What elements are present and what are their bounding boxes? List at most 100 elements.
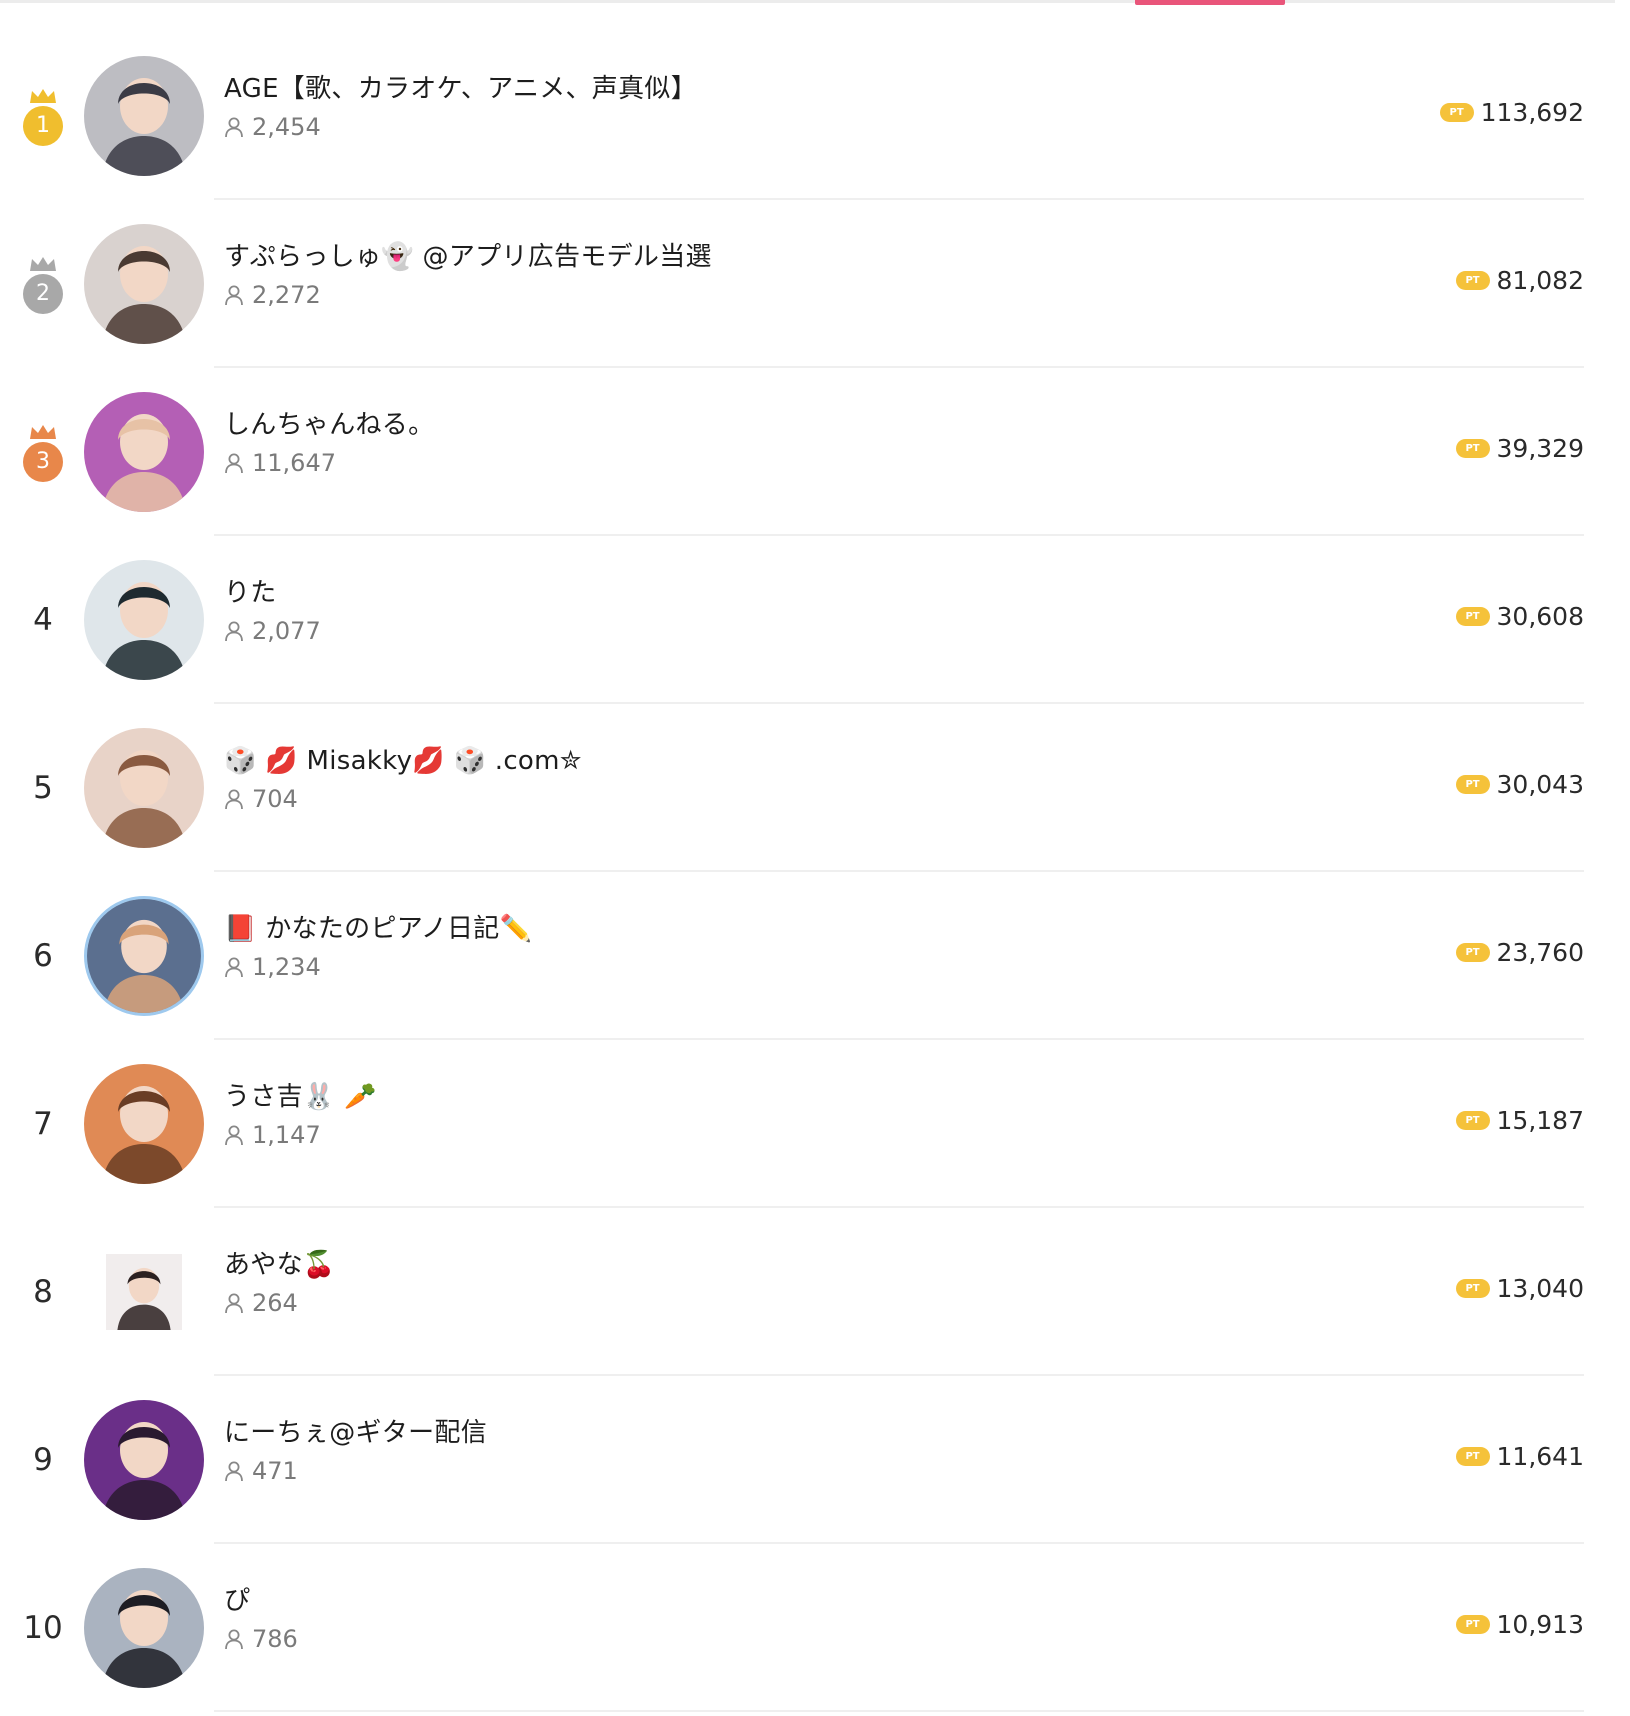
pt-badge: PT <box>1455 943 1490 962</box>
user-name[interactable]: 📕 かなたのピアノ日記✏️ <box>224 910 532 948</box>
avatar-image <box>84 56 204 176</box>
avatar[interactable] <box>84 1568 204 1688</box>
rank-number: 4 <box>33 602 53 638</box>
avatar[interactable] <box>84 1064 204 1184</box>
avatar-image <box>84 392 204 512</box>
rank-indicator: 9 <box>18 1412 68 1508</box>
follower-count-value: 1,147 <box>252 1121 321 1149</box>
pt-badge: PT <box>1455 607 1490 626</box>
pt-badge: PT <box>1455 1447 1490 1466</box>
follower-count: 471 <box>224 1454 487 1488</box>
points: PT 30,608 <box>1455 602 1584 631</box>
user-name[interactable]: ぴ <box>224 1582 298 1620</box>
follower-count-value: 786 <box>252 1625 298 1653</box>
follower-count-value: 471 <box>252 1457 298 1485</box>
rank-indicator: 3 <box>18 404 68 500</box>
user-name[interactable]: AGE【歌、カラオケ、アニメ、声真似】 <box>224 70 697 108</box>
rank-indicator: 5 <box>18 740 68 836</box>
follower-count: 1,234 <box>224 950 532 984</box>
avatar[interactable] <box>84 560 204 680</box>
user-name[interactable]: りた <box>224 574 321 612</box>
follower-count-value: 1,234 <box>252 953 321 981</box>
follower-count: 264 <box>224 1286 336 1320</box>
ranking-row[interactable]: 8 あやな🍒 264 PT 13,040 <box>0 1208 1630 1376</box>
follower-count-value: 704 <box>252 785 298 813</box>
avatar-image <box>84 224 204 344</box>
user-name[interactable]: すぷらっしゅ👻 @アプリ広告モデル当選 <box>224 238 712 276</box>
points: PT 13,040 <box>1455 1274 1584 1303</box>
rank-indicator: 4 <box>18 572 68 668</box>
person-icon <box>225 789 243 810</box>
user-info: すぷらっしゅ👻 @アプリ広告モデル当選 2,272 <box>224 238 712 312</box>
pt-badge: PT <box>1455 271 1490 290</box>
avatar[interactable] <box>84 1400 204 1520</box>
points-value: 23,760 <box>1496 938 1584 967</box>
user-name[interactable]: 🎲 💋 Misakky💋 🎲 .com✮ <box>224 742 582 780</box>
points: PT 11,641 <box>1455 1442 1584 1471</box>
points: PT 10,913 <box>1455 1610 1584 1639</box>
avatar-image <box>84 560 204 680</box>
avatar[interactable] <box>84 224 204 344</box>
ranking-row[interactable]: 5 🎲 💋 Misakky💋 🎲 .com✮ 704 PT 30,043 <box>0 704 1630 872</box>
avatar-image <box>84 1400 204 1520</box>
rank-number: 10 <box>23 1610 63 1646</box>
points-value: 30,043 <box>1496 770 1584 799</box>
ranking-row[interactable]: 9 にーちぇ@ギター配信 471 PT 11,641 <box>0 1376 1630 1544</box>
rank-indicator: 6 <box>18 908 68 1004</box>
avatar-image <box>106 1254 182 1330</box>
rank-medal: 1 <box>23 105 63 146</box>
follower-count: 2,454 <box>224 110 697 144</box>
rank-number: 9 <box>33 1442 53 1478</box>
points-value: 15,187 <box>1496 1106 1584 1135</box>
row-divider <box>214 1710 1584 1712</box>
avatar[interactable] <box>84 56 204 176</box>
rank-number: 7 <box>33 1106 53 1142</box>
follower-count-value: 2,272 <box>252 281 321 309</box>
user-name[interactable]: あやな🍒 <box>224 1246 336 1284</box>
rank-number: 1 <box>36 113 50 138</box>
ranking-row[interactable]: 3 しんちゃんねる。 11,647 PT 39,329 <box>0 368 1630 536</box>
avatar[interactable] <box>84 392 204 512</box>
follower-count-value: 11,647 <box>252 449 336 477</box>
user-info: AGE【歌、カラオケ、アニメ、声真似】 2,454 <box>224 70 697 144</box>
ranking-row[interactable]: 10 ぴ 786 PT 10,913 <box>0 1544 1630 1712</box>
ranking-row[interactable]: 1 AGE【歌、カラオケ、アニメ、声真似】 2,454 PT 113,692 <box>0 32 1630 200</box>
follower-count: 786 <box>224 1622 298 1656</box>
crown-icon <box>30 424 56 439</box>
rank-indicator: 10 <box>18 1580 68 1676</box>
user-name[interactable]: うさ吉🐰 🥕 <box>224 1078 377 1116</box>
avatar[interactable] <box>104 1254 184 1330</box>
pt-badge: PT <box>1455 439 1490 458</box>
ranking-row[interactable]: 4 りた 2,077 PT 30,608 <box>0 536 1630 704</box>
ranking-row[interactable]: 7 うさ吉🐰 🥕 1,147 PT 15,187 <box>0 1040 1630 1208</box>
avatar[interactable] <box>84 728 204 848</box>
user-name[interactable]: にーちぇ@ギター配信 <box>224 1414 487 1452</box>
points-value: 11,641 <box>1496 1442 1584 1471</box>
user-info: にーちぇ@ギター配信 471 <box>224 1414 487 1488</box>
person-icon <box>225 1125 243 1146</box>
rank-indicator: 7 <box>18 1076 68 1172</box>
user-name[interactable]: しんちゃんねる。 <box>224 406 434 444</box>
ranking-row[interactable]: 2 すぷらっしゅ👻 @アプリ広告モデル当選 2,272 PT 81,082 <box>0 200 1630 368</box>
user-info: うさ吉🐰 🥕 1,147 <box>224 1078 377 1152</box>
rank-indicator: 8 <box>18 1244 68 1340</box>
user-info: 📕 かなたのピアノ日記✏️ 1,234 <box>224 910 532 984</box>
rank-indicator: 1 <box>18 68 68 164</box>
points: PT 81,082 <box>1455 266 1584 295</box>
points-value: 39,329 <box>1496 434 1584 463</box>
follower-count: 2,077 <box>224 614 321 648</box>
avatar-image <box>84 1064 204 1184</box>
follower-count-value: 2,454 <box>252 113 321 141</box>
person-icon <box>225 285 243 306</box>
avatar[interactable] <box>84 896 204 1016</box>
follower-count: 2,272 <box>224 278 712 312</box>
ranking-row[interactable]: 6 📕 かなたのピアノ日記✏️ 1,234 PT 23,760 <box>0 872 1630 1040</box>
active-tab-indicator <box>1135 0 1285 5</box>
rank-number: 6 <box>33 938 53 974</box>
points-value: 113,692 <box>1480 98 1584 127</box>
avatar-image <box>84 1568 204 1688</box>
points: PT 39,329 <box>1455 434 1584 463</box>
points: PT 113,692 <box>1439 98 1584 127</box>
top-divider <box>0 0 1615 3</box>
points-value: 10,913 <box>1496 1610 1584 1639</box>
